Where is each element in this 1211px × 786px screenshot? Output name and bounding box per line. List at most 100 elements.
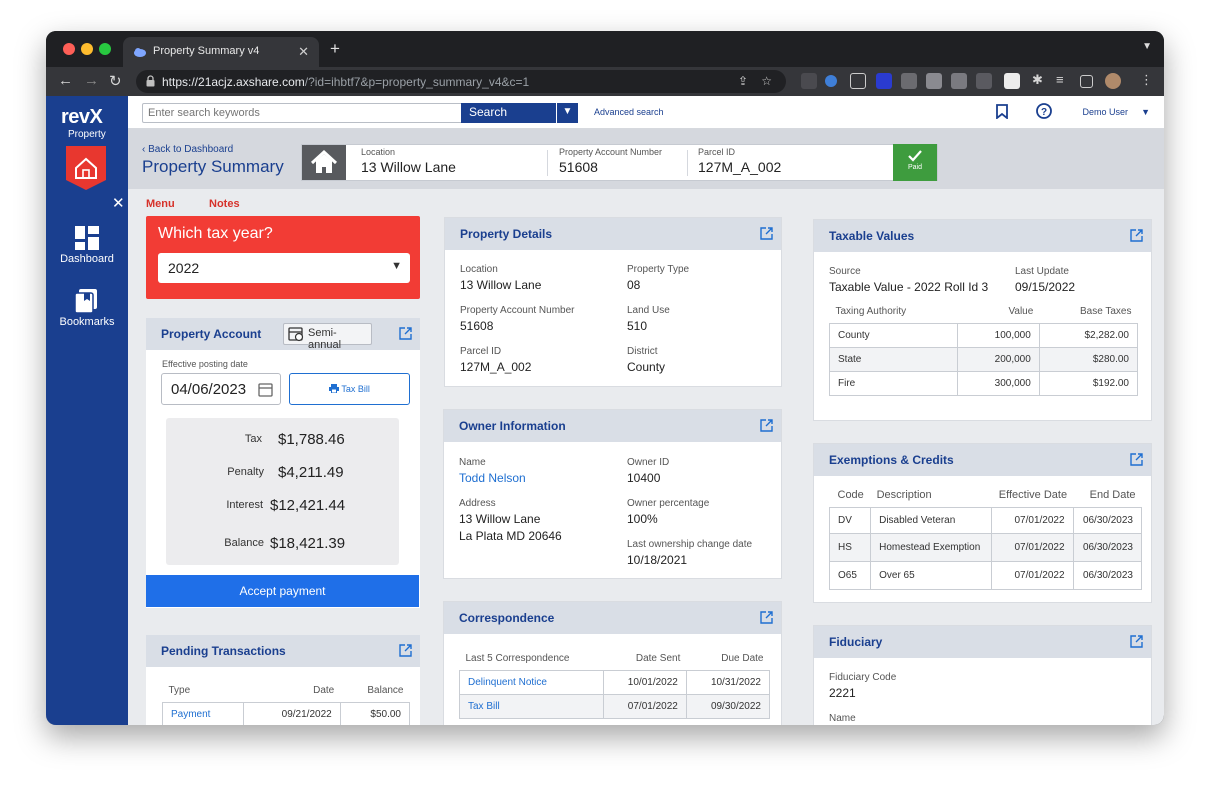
expand-icon[interactable] bbox=[1130, 635, 1143, 648]
sidebar-item-dashboard[interactable]: Dashboard bbox=[46, 226, 128, 265]
advanced-search-link[interactable]: Advanced search bbox=[594, 107, 664, 117]
field-value: 09/15/2022 bbox=[1015, 280, 1076, 294]
field-value: 510 bbox=[627, 319, 648, 333]
back-to-dashboard-link[interactable]: ‹ Back to Dashboard bbox=[142, 144, 233, 155]
extension-sd-icon[interactable] bbox=[976, 73, 992, 89]
table-cell: $2,282.00 bbox=[1038, 323, 1139, 348]
tax-bill-button[interactable]: Tax Bill bbox=[289, 373, 410, 405]
tab-notes[interactable]: Notes bbox=[209, 198, 240, 210]
table-cell: $280.00 bbox=[1038, 347, 1139, 372]
table-cell: 10/31/2022 bbox=[685, 670, 771, 695]
exemptions-credits-card: Exemptions & Credits Code Description Ef… bbox=[813, 443, 1152, 603]
extension-diamond-icon[interactable] bbox=[825, 75, 837, 87]
correspondence-link[interactable]: Tax Bill bbox=[459, 694, 604, 719]
browser-tab[interactable]: Property Summary v4 ✕ bbox=[123, 37, 319, 67]
transaction-link[interactable]: Payment bbox=[161, 702, 245, 725]
house-badge-icon bbox=[66, 146, 106, 190]
column-header: Due Date bbox=[721, 653, 764, 664]
extension-u-icon[interactable] bbox=[876, 73, 892, 89]
expand-icon[interactable] bbox=[399, 327, 412, 340]
expand-icon[interactable] bbox=[1130, 229, 1143, 242]
card-title: Property Account bbox=[161, 327, 262, 341]
expand-icon[interactable] bbox=[399, 644, 412, 657]
taxable-values-card: Taxable Values Source Taxable Value - 20… bbox=[813, 219, 1152, 421]
tab-menu[interactable]: Menu bbox=[146, 198, 175, 210]
zoom-window-button[interactable] bbox=[99, 43, 111, 55]
expand-icon[interactable] bbox=[1130, 453, 1143, 466]
user-menu[interactable]: Demo User bbox=[1082, 107, 1128, 117]
card-title: Owner Information bbox=[459, 419, 566, 433]
extension-image-icon[interactable] bbox=[926, 73, 942, 89]
card-header: Owner Information bbox=[444, 410, 781, 442]
help-icon[interactable]: ? bbox=[1036, 103, 1052, 119]
taxable-values-table: Taxing Authority Value Base Taxes County… bbox=[829, 306, 1139, 396]
app-topbar: Search ▼ Advanced search ? Demo User ▼ bbox=[128, 96, 1164, 129]
extension-s-icon[interactable] bbox=[801, 73, 817, 89]
expand-icon[interactable] bbox=[760, 227, 773, 240]
screenshot-icon[interactable] bbox=[850, 73, 866, 89]
expand-icon[interactable] bbox=[760, 419, 773, 432]
table-cell: 10/01/2022 bbox=[602, 670, 687, 695]
app-viewport: revX Property ✕ Dashboard Bookmarks Ente… bbox=[46, 96, 1164, 725]
column-header: Code bbox=[837, 489, 864, 501]
property-location-card: Location 13 Willow Lane Property Account… bbox=[301, 144, 938, 181]
browser-window: Property Summary v4 ✕ + ▼ ← → ↻ https://… bbox=[46, 31, 1164, 725]
star-icon[interactable]: ☆ bbox=[761, 74, 772, 88]
field-divider bbox=[687, 150, 688, 176]
table-row: HS Homestead Exemption 07/01/2022 06/30/… bbox=[828, 533, 1143, 562]
sidebar-toggle-icon[interactable] bbox=[1080, 75, 1093, 88]
new-tab-button[interactable]: + bbox=[330, 39, 340, 59]
card-header: Fiduciary bbox=[814, 626, 1151, 658]
bookmark-icon[interactable] bbox=[996, 104, 1008, 119]
sidebar: revX Property ✕ Dashboard Bookmarks bbox=[46, 96, 128, 725]
field-label: Name bbox=[459, 457, 486, 468]
extension-bi-icon[interactable] bbox=[1004, 73, 1020, 89]
minimize-window-button[interactable] bbox=[81, 43, 93, 55]
tab-search-chevron-icon[interactable]: ▼ bbox=[1142, 41, 1152, 52]
field-value: 51608 bbox=[460, 319, 494, 333]
puzzle-icon[interactable]: ✱ bbox=[1032, 72, 1043, 88]
posting-date-input[interactable]: 04/06/2023 bbox=[161, 373, 281, 405]
profile-avatar[interactable] bbox=[1105, 73, 1121, 89]
penalty-value: $4,211.49 bbox=[278, 464, 344, 481]
reading-list-icon[interactable]: ≡ bbox=[1056, 72, 1064, 87]
card-header: Taxable Values bbox=[814, 220, 1151, 252]
column-header: End Date bbox=[1089, 489, 1136, 501]
forward-arrow-icon[interactable]: → bbox=[84, 72, 99, 89]
user-menu-caret-icon[interactable]: ▼ bbox=[1141, 107, 1150, 117]
table-row: Delinquent Notice 10/01/2022 10/31/2022 bbox=[459, 670, 771, 695]
card-header: Pending Transactions bbox=[146, 635, 420, 667]
field-label: Owner percentage bbox=[627, 498, 710, 509]
search-input[interactable] bbox=[142, 103, 462, 123]
table-cell: State bbox=[829, 347, 958, 372]
close-window-button[interactable] bbox=[63, 43, 75, 55]
correspondence-link[interactable]: Delinquent Notice bbox=[459, 670, 604, 695]
accept-payment-button[interactable]: Accept payment bbox=[146, 575, 419, 607]
search-options-chevron-icon[interactable]: ▼ bbox=[556, 103, 578, 123]
extension-k-icon[interactable] bbox=[951, 73, 967, 89]
address-bar[interactable]: https://21acjz.axshare.com/?id=ihbtf7&p=… bbox=[136, 70, 786, 93]
owner-name-link[interactable]: Todd Nelson bbox=[459, 471, 526, 485]
sidebar-item-bookmarks[interactable]: Bookmarks bbox=[46, 289, 128, 328]
table-cell: $192.00 bbox=[1038, 371, 1139, 396]
table-cell: 09/21/2022 bbox=[243, 702, 341, 725]
field-value: 10/18/2021 bbox=[627, 553, 688, 567]
calendar-icon[interactable] bbox=[258, 382, 273, 397]
balance-summary: Tax $1,788.46 Penalty $4,211.49 Interest… bbox=[166, 418, 399, 565]
field-label: Name bbox=[829, 713, 856, 724]
expand-icon[interactable] bbox=[760, 611, 773, 624]
tab-close-icon[interactable]: ✕ bbox=[298, 44, 309, 60]
kebab-menu-icon[interactable]: ⋮ bbox=[1140, 72, 1153, 88]
back-arrow-icon[interactable]: ← bbox=[58, 72, 73, 89]
table-row: Tax Bill 07/01/2022 09/30/2022 bbox=[459, 694, 771, 719]
payment-schedule-button[interactable]: Semi-annual bbox=[283, 323, 372, 351]
home-icon bbox=[310, 149, 338, 173]
reload-icon[interactable]: ↻ bbox=[109, 72, 122, 90]
extension-bird-icon[interactable] bbox=[901, 73, 917, 89]
page-title: Property Summary bbox=[142, 157, 284, 176]
close-sidebar-icon[interactable]: ✕ bbox=[112, 194, 125, 212]
table-row: DV Disabled Veteran 07/01/2022 06/30/202… bbox=[828, 507, 1143, 534]
tax-year-select[interactable]: 2022 ▼ bbox=[158, 253, 410, 283]
search-button[interactable]: Search bbox=[461, 103, 556, 123]
share-icon[interactable]: ⇪ bbox=[738, 74, 748, 88]
